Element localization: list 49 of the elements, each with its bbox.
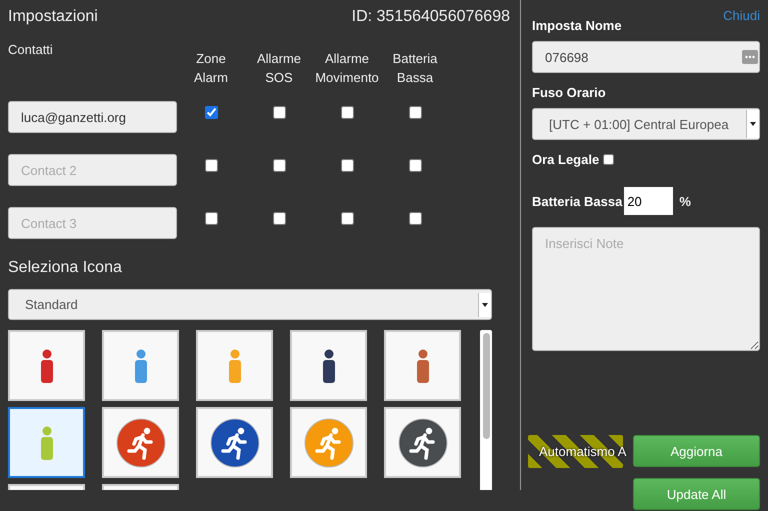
settings-title: Impostazioni (8, 8, 98, 26)
alert-checkbox[interactable] (340, 159, 354, 172)
caret-icon (750, 122, 756, 126)
column-header: Zone Alarm (194, 50, 228, 87)
field-label: Imposta Nome (532, 18, 623, 33)
contact-field[interactable]: luca@ganzetti.org (8, 101, 177, 133)
dst-checkbox[interactable] (603, 154, 614, 165)
field-label: Batteria Bassa (532, 194, 622, 208)
alert-checkbox[interactable] (408, 212, 422, 225)
column-header: Allarme SOS (256, 50, 302, 87)
contacts-label: Contatti (8, 41, 54, 57)
icon-tile[interactable] (196, 330, 273, 401)
alert-checkbox[interactable] (340, 212, 354, 225)
alert-checkbox[interactable] (204, 106, 218, 119)
battery-threshold-field[interactable]: 20 (624, 187, 674, 215)
alert-checkbox[interactable] (408, 159, 422, 172)
contact-field[interactable]: Contact 3 (8, 207, 177, 239)
icon-tile[interactable] (102, 407, 179, 478)
alert-checkbox[interactable] (204, 212, 218, 225)
device-id: ID: 351564056076698 (352, 8, 510, 26)
ellipsis-icon[interactable] (742, 50, 758, 64)
icon-tile[interactable] (196, 407, 273, 478)
section-title: Seleziona Icona (8, 259, 123, 278)
icon-tile[interactable] (102, 330, 179, 401)
column-header: Batteria Bassa (392, 50, 438, 87)
alert-checkbox[interactable] (408, 106, 422, 119)
unit-label: % (679, 194, 691, 208)
column-header: Allarme Movimento (315, 50, 379, 87)
caret-icon (482, 302, 488, 306)
icon-tile[interactable] (384, 330, 461, 401)
timezone-dropdown[interactable]: [UTC + 01:00] Central Europea (532, 108, 760, 140)
icon-tile[interactable] (8, 407, 85, 478)
name-field[interactable]: 076698 (532, 41, 760, 73)
alert-checkbox[interactable] (272, 159, 286, 172)
alert-checkbox[interactable] (204, 159, 218, 172)
contact-field[interactable]: Contact 2 (8, 154, 177, 186)
field-label: Fuso Orario (532, 85, 607, 100)
icon-set-dropdown[interactable]: Standard (8, 289, 492, 320)
notes-field[interactable]: Inserisci Note (532, 227, 760, 351)
icon-tile[interactable] (290, 330, 367, 401)
alert-checkbox[interactable] (340, 106, 354, 119)
alert-checkbox[interactable] (272, 106, 286, 119)
alert-checkbox[interactable] (272, 212, 286, 225)
scrollbar[interactable] (480, 330, 492, 490)
icon-tile[interactable] (8, 330, 85, 401)
icon-tile[interactable] (384, 407, 461, 478)
icon-tile[interactable] (290, 407, 367, 478)
field-label: Ora Legale (532, 152, 600, 167)
close-link[interactable]: Chiudi (723, 8, 760, 23)
